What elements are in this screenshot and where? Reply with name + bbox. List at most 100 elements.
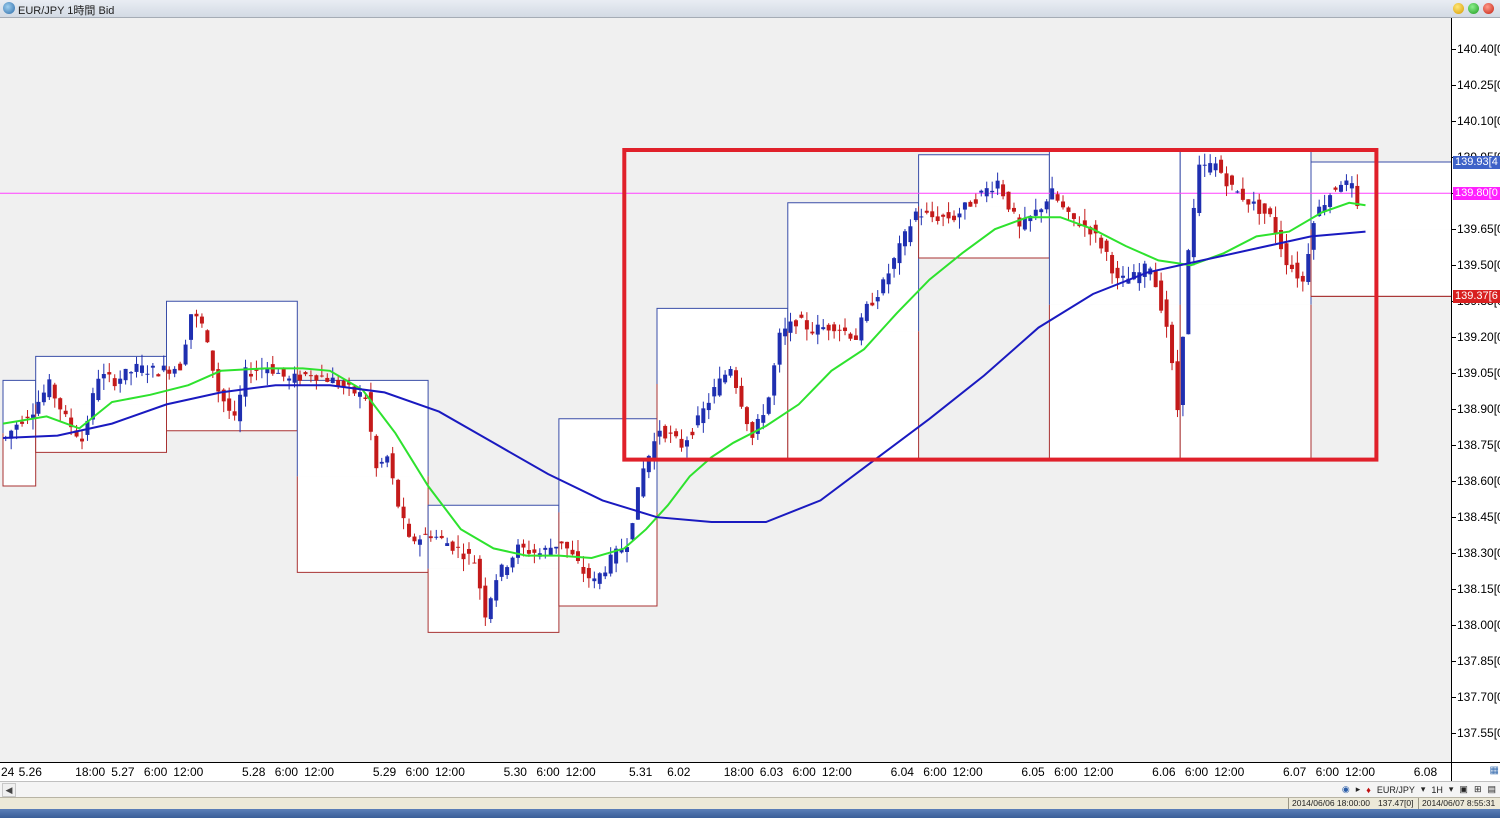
time-tick-label: 6:00: [1184, 765, 1209, 779]
symbol-selector[interactable]: EUR/JPY: [1377, 785, 1415, 795]
grid-toggle-icon[interactable]: ⊞: [1474, 784, 1482, 795]
minimize-icon[interactable]: [1453, 3, 1464, 14]
candle-down: [679, 438, 684, 448]
candle-up: [499, 564, 504, 577]
candlestick-chart[interactable]: [0, 18, 1451, 762]
price-axis[interactable]: 140.40[0140.25[0140.10[0139.95[0139.80[0…: [1451, 18, 1500, 762]
time-tick-label: 12:00: [565, 765, 596, 779]
candle-down: [390, 453, 395, 479]
candle-down: [472, 562, 477, 564]
candle-up: [630, 523, 635, 540]
candle-down: [810, 331, 815, 334]
layout-icon[interactable]: ▦: [1490, 765, 1499, 776]
candle-down: [826, 324, 831, 331]
maximize-icon[interactable]: [1468, 3, 1479, 14]
price-tick-label: 138.75[0: [1457, 438, 1500, 453]
nav-forward-icon[interactable]: ▸: [1356, 784, 1361, 795]
time-axis[interactable]: 24 5.26 18:00 5.27 6:00 12:00 5.28 6:00 12:00 5.2…: [0, 762, 1451, 781]
candle-down: [581, 566, 586, 574]
scroll-left-icon[interactable]: ◀: [2, 783, 16, 797]
candle-up: [1033, 209, 1038, 216]
candle-down: [1055, 194, 1060, 201]
candle-up: [292, 373, 297, 383]
candle-down: [586, 567, 591, 579]
candle-up: [821, 327, 826, 330]
candle-down: [20, 421, 25, 424]
candle-up: [41, 392, 46, 403]
candle-up: [488, 598, 493, 620]
candle-down: [1006, 191, 1011, 210]
candle-up: [123, 368, 128, 381]
candle-down: [477, 558, 482, 589]
price-tick-label: 138.30[0: [1457, 546, 1500, 561]
time-tick-label: 12:00: [1083, 765, 1114, 779]
current-ask-tag: 139.93[4: [1453, 156, 1500, 169]
chart-settings-icon[interactable]: ▣: [1459, 784, 1468, 795]
timeframe-selector[interactable]: 1H: [1431, 785, 1443, 795]
symbol-marker-icon: ♦: [1366, 784, 1371, 795]
candle-up: [902, 231, 907, 247]
chart-toolbar: ◉ ▸ ♦ EUR/JPY ▾ 1H ▾ ▣ ⊞ ▤: [1342, 782, 1500, 797]
candle-down: [1061, 201, 1066, 208]
candle-down: [843, 327, 848, 332]
candle-down: [1268, 208, 1273, 215]
candle-down: [298, 374, 303, 381]
candle-down: [804, 320, 809, 330]
candle-down: [1219, 159, 1224, 173]
horizontal-scrollbar[interactable]: ◀ ◉ ▸ ♦ EUR/JPY ▾ 1H ▾ ▣ ⊞ ▤: [0, 781, 1500, 797]
daily-box-fill-upper: [657, 308, 788, 384]
time-tick-label: 6:00: [143, 765, 168, 779]
chevron-down-icon[interactable]: ▾: [1449, 784, 1454, 795]
candle-down: [968, 201, 973, 207]
candle-up: [494, 580, 499, 601]
close-icon[interactable]: [1483, 3, 1494, 14]
time-tick-label: 6:00: [274, 765, 299, 779]
candle-down: [973, 199, 978, 204]
price-tick-label: 138.00[0: [1457, 618, 1500, 633]
time-tick-label: 12:00: [821, 765, 852, 779]
chevron-down-icon[interactable]: ▾: [1421, 784, 1426, 795]
layout-icon[interactable]: ▤: [1487, 784, 1496, 795]
candle-down: [744, 407, 749, 425]
candle-down: [1115, 267, 1120, 279]
candle-up: [641, 468, 646, 497]
candle-up: [183, 344, 188, 365]
chart-plot-area[interactable]: [0, 18, 1451, 762]
daily-box-fill-lower: [3, 433, 36, 486]
time-tick-label: 6.06: [1152, 765, 1176, 779]
candle-down: [303, 372, 308, 375]
candle-up: [957, 213, 962, 218]
price-tick-label: 139.50[0: [1457, 258, 1500, 273]
candle-down: [210, 350, 215, 371]
candle-down: [941, 214, 946, 217]
candle-down: [80, 438, 85, 442]
nav-back-icon[interactable]: ◉: [1342, 784, 1350, 795]
candle-down: [483, 585, 488, 618]
candle-up: [608, 554, 613, 574]
price-tick-mark: [1452, 553, 1456, 555]
time-tick-label: 18:00: [75, 765, 106, 779]
time-tick-label: 6.05: [1021, 765, 1045, 779]
time-tick-label: 5.27: [111, 765, 135, 779]
candle-up: [417, 539, 422, 545]
candle-up: [36, 401, 41, 414]
window-titlebar: EUR/JPY 1時間 Bid: [0, 0, 1500, 18]
candle-up: [1137, 272, 1142, 284]
candle-up: [330, 377, 335, 384]
daily-box-fill-upper: [918, 154, 1050, 207]
daily-box-fill-lower: [1180, 304, 1311, 460]
time-tick-label: 6:00: [1315, 765, 1340, 779]
candle-up: [761, 415, 766, 423]
candle-down: [946, 212, 951, 219]
candle-up: [1202, 164, 1207, 166]
candle-up: [592, 578, 597, 582]
time-tick-label: 6:00: [405, 765, 429, 779]
daily-box-fill-upper: [428, 505, 559, 569]
candle-up: [96, 378, 101, 401]
candle-up: [886, 273, 891, 285]
candle-down: [401, 506, 406, 519]
time-tick-label: 6.07: [1282, 765, 1307, 779]
candle-down: [407, 523, 412, 537]
status-clock: 2014/06/07 8:55:31: [1418, 798, 1495, 809]
candle-up: [919, 216, 924, 218]
